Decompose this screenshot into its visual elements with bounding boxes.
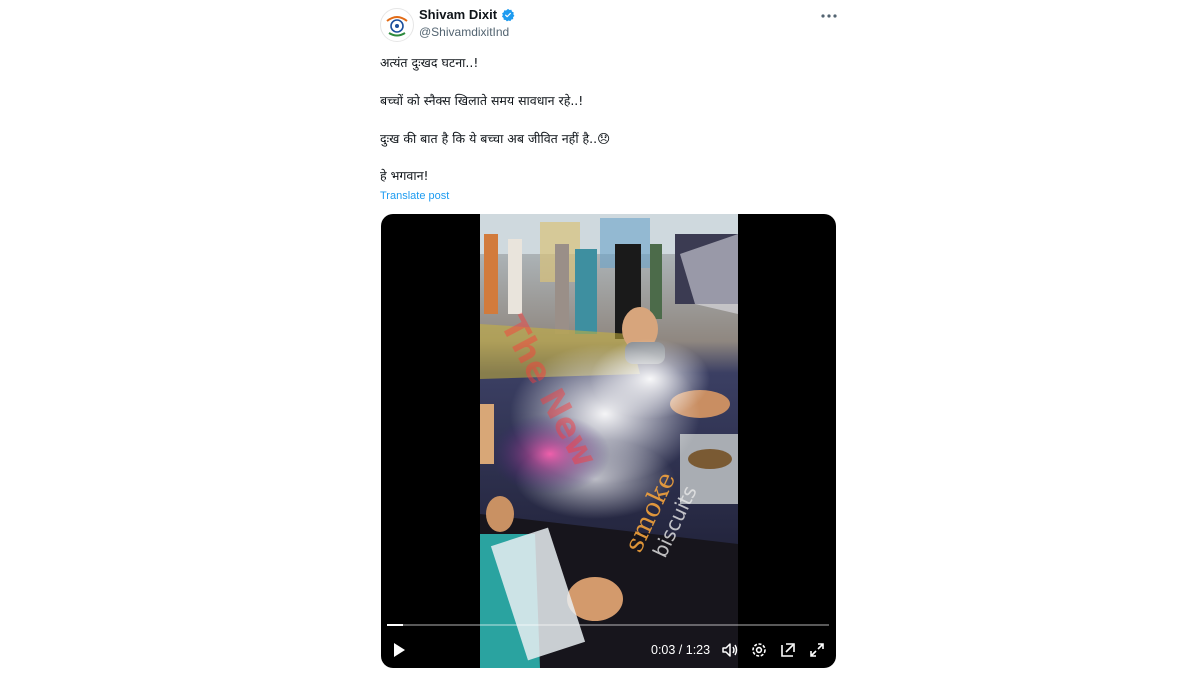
more-options-button[interactable] xyxy=(818,8,840,24)
avatar[interactable] xyxy=(380,8,414,42)
author-name[interactable]: Shivam Dixit xyxy=(419,7,497,22)
post-text-line: हे भगवान! xyxy=(380,168,429,183)
verified-badge-icon xyxy=(502,8,515,21)
fullscreen-icon[interactable] xyxy=(808,641,826,659)
video-time: 0:03 / 1:23 xyxy=(651,643,711,657)
play-icon[interactable] xyxy=(391,641,407,659)
post-text-line: अत्यंत दुःखद घटना..! xyxy=(380,55,479,70)
avatar-emblem-icon xyxy=(382,10,412,40)
settings-icon[interactable] xyxy=(750,641,768,659)
more-horizontal-icon xyxy=(821,14,837,18)
picture-in-picture-icon[interactable] xyxy=(779,641,797,659)
volume-icon[interactable] xyxy=(721,641,739,659)
post-text-line: दुःख की बात है कि ये बच्चा अब जीवित नहीं… xyxy=(380,131,611,146)
video-controls: 0:03 / 1:23 xyxy=(381,639,836,665)
video-progress-bar[interactable] xyxy=(387,624,829,626)
video-frame: smoke biscuits The New xyxy=(480,214,738,668)
post-text-line: बच्चों को स्नैक्स खिलाते समय सावधान रहे.… xyxy=(380,93,584,108)
translate-post-link[interactable]: Translate post xyxy=(380,190,449,202)
video-player[interactable]: smoke biscuits The New 0:03 / 1:23 xyxy=(381,214,836,668)
video-progress-fill xyxy=(387,624,403,626)
author-handle[interactable]: @ShivamdixitInd xyxy=(419,25,509,39)
author-name-row: Shivam Dixit xyxy=(419,7,515,22)
